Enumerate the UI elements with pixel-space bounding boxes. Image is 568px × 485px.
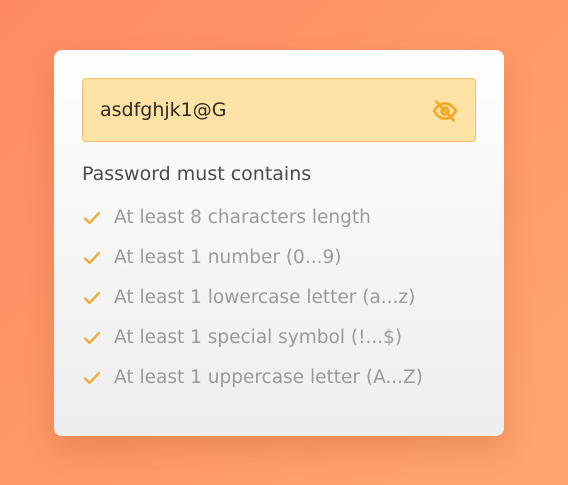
requirement-item: At least 1 uppercase letter (A...Z)	[82, 362, 423, 402]
check-icon	[83, 211, 101, 225]
requirement-label: At least 8 characters length	[114, 207, 371, 228]
requirement-label: At least 1 lowercase letter (a...z)	[114, 287, 416, 308]
password-input[interactable]	[83, 79, 420, 141]
requirement-item: At least 1 lowercase letter (a...z)	[82, 282, 423, 322]
requirement-label: At least 1 special symbol (!...$)	[114, 327, 403, 348]
check-icon	[83, 371, 101, 385]
requirement-item: At least 1 number (0...9)	[82, 242, 423, 282]
requirement-label: At least 1 uppercase letter (A...Z)	[114, 367, 423, 388]
password-field[interactable]	[82, 78, 476, 142]
requirement-item: At least 1 special symbol (!...$)	[82, 322, 423, 362]
check-icon	[83, 251, 101, 265]
password-card: Password must contains At least 8 charac…	[54, 50, 504, 436]
check-icon	[83, 331, 101, 345]
eye-off-icon[interactable]	[432, 98, 458, 124]
check-icon	[83, 291, 101, 305]
requirement-item: At least 8 characters length	[82, 202, 423, 242]
requirement-label: At least 1 number (0...9)	[114, 247, 342, 268]
requirements-list: At least 8 characters length At least 1 …	[82, 202, 423, 402]
requirements-heading: Password must contains	[82, 163, 312, 185]
